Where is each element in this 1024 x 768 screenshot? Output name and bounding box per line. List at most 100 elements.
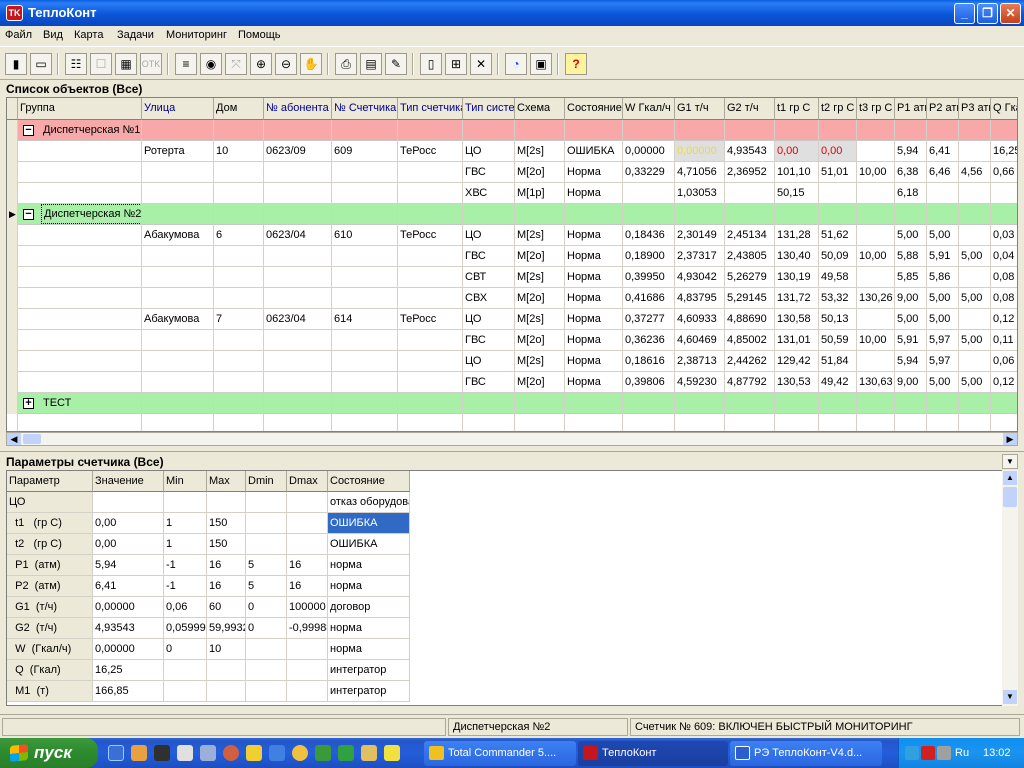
param-row[interactable]: G2 (т/ч)4,935430,0599959,99320-0,99988но…: [7, 618, 411, 639]
param-column-header[interactable]: Max: [207, 471, 246, 492]
help-button[interactable]: ?: [565, 53, 587, 75]
list-icon[interactable]: ≡: [175, 53, 197, 75]
quicklaunch-icon[interactable]: [315, 745, 331, 761]
param-row[interactable]: t1 (гр С) 0,00 1 150 ОШИБКА: [7, 513, 411, 534]
column-header[interactable]: W Гкал/ч: [623, 98, 675, 120]
param-row[interactable]: P2 (атм) 6,41 -1 16 5 16 норма: [7, 576, 411, 597]
minimize-button[interactable]: _: [954, 3, 975, 24]
quicklaunch-icon[interactable]: [338, 745, 354, 761]
column-header[interactable]: P3 атм: [959, 98, 991, 120]
table-row[interactable]: СВХ M[2o] Норма 0,41686 4,83795 5,29145 131,72…: [7, 288, 1017, 309]
quicklaunch-icon[interactable]: [177, 745, 193, 761]
print-icon[interactable]: ⎙: [335, 53, 357, 75]
report-icon[interactable]: ▤: [360, 53, 382, 75]
table-row[interactable]: ГВС M[2o] Норма 0,39806 4,59230 4,87792 130,53…: [7, 372, 1017, 393]
connect-icon[interactable]: ◔: [505, 53, 527, 75]
quicklaunch-icon[interactable]: [384, 745, 400, 761]
map-icon[interactable]: ◉: [200, 53, 222, 75]
param-row[interactable]: Q (Гкал) 16,25 интегратор: [7, 660, 411, 681]
param-row[interactable]: M1 (т) 166,85 интегратор: [7, 681, 411, 702]
params-grid[interactable]: Параметр Значение Min Max Dmin Dmax Состояние Ц…: [6, 470, 1018, 706]
group-name[interactable]: ТЕСТ: [41, 393, 71, 413]
export-icon[interactable]: ✎: [385, 53, 407, 75]
menu-help[interactable]: Помощь: [238, 28, 281, 42]
maximize-button[interactable]: ❐: [977, 3, 998, 24]
monitor-icon[interactable]: ▣: [530, 53, 552, 75]
column-header[interactable]: P2 атм: [927, 98, 959, 120]
scroll-down-icon[interactable]: ▼: [1003, 690, 1017, 704]
menu-map[interactable]: Карта: [74, 28, 103, 42]
column-header[interactable]: Группа: [18, 98, 142, 120]
quicklaunch-icon[interactable]: [154, 745, 170, 761]
open-folder-icon[interactable]: ▭: [30, 53, 52, 75]
table-row[interactable]: ГВС M[2o] Норма 0,33229 4,71056 2,36952 101,10…: [7, 162, 1017, 183]
menu-monitoring[interactable]: Мониторинг: [166, 28, 227, 42]
antivirus-icon[interactable]: [921, 746, 935, 760]
column-header[interactable]: P1 атм: [895, 98, 927, 120]
table-row[interactable]: ХВС M[1p] Норма 1,03053 50,15 6,18: [7, 183, 1017, 204]
zoom-out-icon[interactable]: ⊖: [275, 53, 297, 75]
column-header[interactable]: t3 гр С: [857, 98, 895, 120]
task-teplokont[interactable]: ТеплоКонт: [578, 741, 728, 766]
param-column-header[interactable]: Min: [164, 471, 207, 492]
table-row[interactable]: ЦО M[2s] Норма 0,18616 2,38713 2,44262 129,42 5…: [7, 351, 1017, 372]
param-column-header[interactable]: Dmin: [246, 471, 287, 492]
close-button[interactable]: ✕: [1000, 3, 1021, 24]
table-row[interactable]: Абакумова 7 0623/04 614 ТеРосс ЦО M[2s] Норма 0,…: [7, 309, 1017, 330]
param-row[interactable]: t2 (гр С) 0,00 1 150 ОШИБКА: [7, 534, 411, 555]
quicklaunch-icon[interactable]: [292, 745, 308, 761]
pan-icon[interactable]: ✋: [300, 53, 322, 75]
scroll-right-icon[interactable]: ▶: [1003, 433, 1017, 445]
table-row[interactable]: СВТ M[2s] Норма 0,39950 4,93042 5,26279 130,19…: [7, 267, 1017, 288]
scroll-left-icon[interactable]: ◀: [7, 433, 21, 445]
tree-view-icon[interactable]: ☷: [65, 53, 87, 75]
task-word-document[interactable]: РЭ ТеплоКонт-V4.d...: [730, 741, 882, 766]
scroll-thumb[interactable]: [23, 434, 41, 444]
add-object-icon[interactable]: ⊞: [445, 53, 467, 75]
delete-icon[interactable]: ✕: [470, 53, 492, 75]
language-indicator[interactable]: Ru: [955, 746, 969, 760]
group-name[interactable]: Диспетчерская №2: [41, 204, 143, 224]
column-header[interactable]: Дом: [214, 98, 264, 120]
table-row[interactable]: ГВС M[2o] Норма 0,18900 2,37317 2,43805 130,40…: [7, 246, 1017, 267]
column-header[interactable]: Улица: [142, 98, 214, 120]
quicklaunch-icon[interactable]: [269, 745, 285, 761]
quicklaunch-icon[interactable]: [131, 745, 147, 761]
disabled-tool-icon[interactable]: ☐: [90, 53, 112, 75]
table-row[interactable]: Ротерта 10 0623/09 609 ТеРосс ЦО M[2s] ОШИБКА 0,…: [7, 141, 1017, 162]
folder-icon[interactable]: [361, 745, 377, 761]
otk-button[interactable]: OTK: [140, 53, 162, 75]
param-column-header[interactable]: Значение: [93, 471, 164, 492]
desktop-icon[interactable]: [108, 745, 124, 761]
column-header[interactable]: Q Гкал: [991, 98, 1017, 120]
menu-file[interactable]: Файл: [5, 28, 32, 42]
expand-icon[interactable]: +: [23, 398, 34, 409]
table-row[interactable]: Абакумова 6 0623/04 610 ТеРосс ЦО M[2s] Норма 0,…: [7, 225, 1017, 246]
vscroll-thumb[interactable]: [1003, 487, 1017, 507]
param-row[interactable]: W (Гкал/ч) 0,00000 0 10 норма: [7, 639, 411, 660]
menu-tasks[interactable]: Задачи: [117, 28, 154, 42]
table-row[interactable]: ГВС M[2o] Норма 0,36236 4,60469 4,85002 131,01…: [7, 330, 1017, 351]
column-header[interactable]: G1 т/ч: [675, 98, 725, 120]
column-header[interactable]: Тип системы: [463, 98, 515, 120]
exit-icon[interactable]: ▮: [5, 53, 27, 75]
param-row[interactable]: P1 (атм) 5,94 -1 16 5 16 норма: [7, 555, 411, 576]
group-name[interactable]: Диспетчерская №1: [41, 120, 140, 140]
objects-grid[interactable]: Группа Улица Дом № абонента № Счетчика Тип сч…: [6, 97, 1018, 432]
param-row[interactable]: ЦО отказ оборудования: [7, 492, 411, 513]
column-header[interactable]: Тип счетчика: [398, 98, 463, 120]
scroll-up-icon[interactable]: ▲: [1003, 471, 1017, 485]
group-row[interactable]: + ТЕСТ: [7, 393, 1017, 414]
column-header[interactable]: № абонента: [264, 98, 332, 120]
column-header[interactable]: Схема: [515, 98, 565, 120]
menu-view[interactable]: Вид: [43, 28, 63, 42]
quicklaunch-icon[interactable]: [200, 745, 216, 761]
quicklaunch-icon[interactable]: [246, 745, 262, 761]
zoom-fit-icon[interactable]: ⤧: [225, 53, 247, 75]
column-header[interactable]: Состояние: [565, 98, 623, 120]
param-row[interactable]: G1 (т/ч) 0,00000 0,06 60 0 100000 договор: [7, 597, 411, 618]
zoom-in-icon[interactable]: ⊕: [250, 53, 272, 75]
panel-dropdown-icon[interactable]: ▼: [1002, 454, 1018, 469]
collapse-icon[interactable]: −: [23, 125, 34, 136]
group-row[interactable]: − Диспетчерская №1: [7, 120, 1017, 141]
